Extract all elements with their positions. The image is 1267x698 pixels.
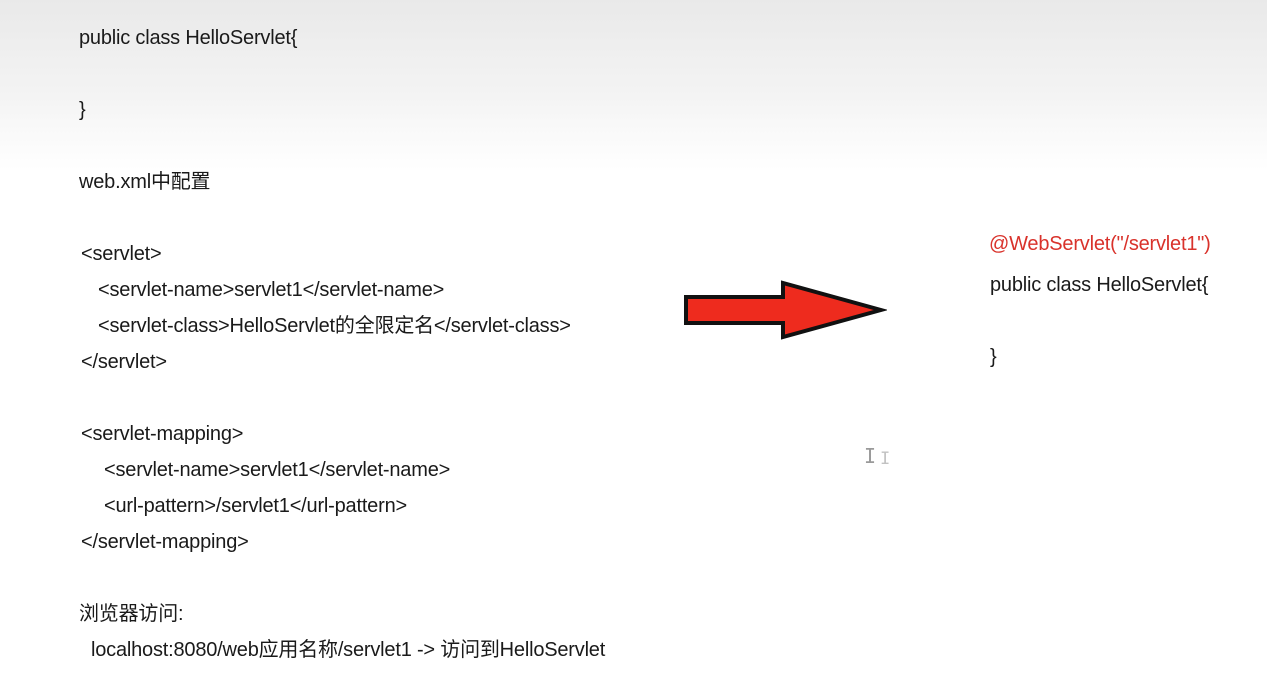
webservlet-annotation: @WebServlet("/servlet1") [989,233,1211,255]
config-heading: web.xml中配置 [79,171,211,193]
text-cursor-ghost-icon: I [880,449,891,469]
mapping-servlet-name-line: <servlet-name>servlet1</servlet-name> [104,459,451,481]
servlet-class-line: <servlet-class>HelloServlet的全限定名</servle… [98,315,571,337]
browser-url-line: localhost:8080/web应用名称/servlet1 -> 访问到He… [91,639,606,661]
servlet-mapping-open-tag: <servlet-mapping> [81,423,244,445]
text-cursor-icon: I [864,444,877,468]
servlet-mapping-close-tag: </servlet-mapping> [81,531,249,553]
class-declaration: public class HelloServlet{ [79,27,298,49]
browser-access-heading: 浏览器访问: [79,603,184,625]
class-closing-brace: } [79,99,86,121]
servlet-close-tag: </servlet> [81,351,167,373]
annotated-class-declaration: public class HelloServlet{ [990,274,1209,296]
right-arrow-icon [683,280,889,345]
servlet-name-line: <servlet-name>servlet1</servlet-name> [98,279,445,301]
annotated-class-closing-brace: } [990,346,997,368]
url-pattern-line: <url-pattern>/servlet1</url-pattern> [104,495,407,517]
servlet-open-tag: <servlet> [81,243,162,265]
